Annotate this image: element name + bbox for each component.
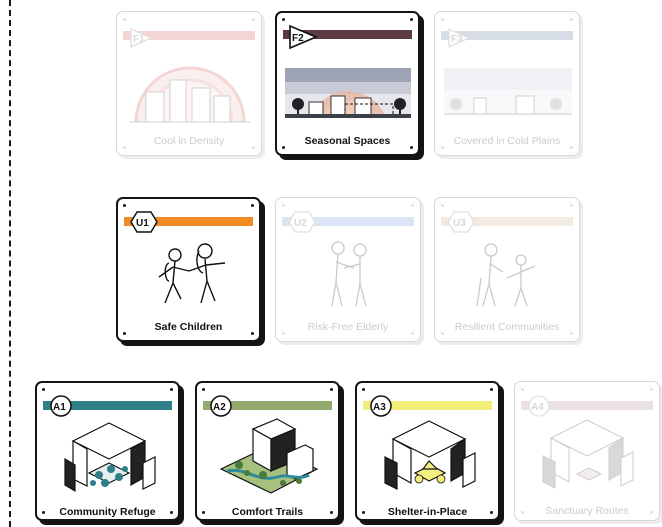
card-f1[interactable]: F1 Cool in Density	[116, 11, 262, 156]
card-a4[interactable]: A4 Sanctuary Routes	[514, 381, 660, 521]
svg-text:A3: A3	[373, 402, 386, 413]
circle-badge-icon: A2	[210, 395, 232, 417]
circle-badge-icon: A4	[528, 395, 550, 417]
flag-badge-icon: F1	[130, 27, 153, 49]
dashed-divider-line	[9, 0, 11, 527]
community-people-illustration	[476, 243, 536, 307]
card-a2[interactable]: A2 Comfort Trails	[195, 381, 340, 521]
svg-text:A4: A4	[531, 402, 544, 413]
sanctuary-routes-illustration	[542, 419, 634, 489]
card-title: Cool in Density	[153, 135, 225, 147]
svg-text:U3: U3	[453, 218, 466, 229]
card-title: Comfort Trails	[231, 506, 304, 518]
cold-plains-illustration	[444, 68, 572, 116]
hexagon-badge-icon: U2	[288, 211, 316, 233]
comfort-trails-illustration	[219, 418, 319, 494]
circle-badge-icon: A1	[50, 395, 72, 417]
card-title: Community Refuge	[59, 506, 156, 518]
hexagon-badge-icon: U3	[447, 211, 475, 233]
flag-badge-icon: F3	[448, 27, 471, 49]
seasonal-space-illustration	[285, 68, 411, 118]
circle-badge-icon: A3	[370, 395, 392, 417]
svg-text:A1: A1	[53, 402, 66, 413]
svg-text:F2: F2	[292, 33, 304, 44]
card-title: Sanctuary Routes	[545, 505, 629, 517]
svg-text:A2: A2	[213, 402, 226, 413]
card-title: Resilient Communities	[454, 321, 560, 333]
card-title: Covered in Cold Plains	[453, 135, 561, 147]
children-running-illustration	[158, 243, 226, 304]
svg-text:U1: U1	[136, 218, 149, 229]
elderly-couple-illustration	[331, 241, 367, 307]
card-title: Risk-Free Elderly	[307, 321, 389, 333]
svg-text:U2: U2	[294, 218, 307, 229]
dense-buildings-illustration	[130, 66, 250, 123]
card-title: Shelter-in-Place	[387, 506, 468, 518]
shelter-in-place-illustration	[384, 420, 476, 490]
card-u3[interactable]: U3 Resilient Communities	[434, 197, 580, 342]
community-refuge-illustration	[64, 422, 156, 493]
flag-badge-icon: F2	[289, 24, 319, 50]
hexagon-badge-icon: U1	[130, 211, 158, 233]
card-f2[interactable]: F2 Seasonal Spaces	[275, 11, 420, 156]
svg-text:F3: F3	[451, 34, 463, 45]
card-u1[interactable]: U1 Safe Children	[116, 197, 261, 342]
svg-text:F1: F1	[133, 34, 145, 45]
card-a3[interactable]: A3 Shelter-in-Place	[355, 381, 500, 521]
card-f3[interactable]: F3 Covered in Cold Plains	[434, 11, 580, 156]
card-u2[interactable]: U2 Risk-Free Elderly	[275, 197, 421, 342]
card-title: Safe Children	[154, 321, 223, 333]
card-a1[interactable]: A1 Community Refuge	[35, 381, 180, 521]
card-title: Seasonal Spaces	[304, 135, 391, 147]
